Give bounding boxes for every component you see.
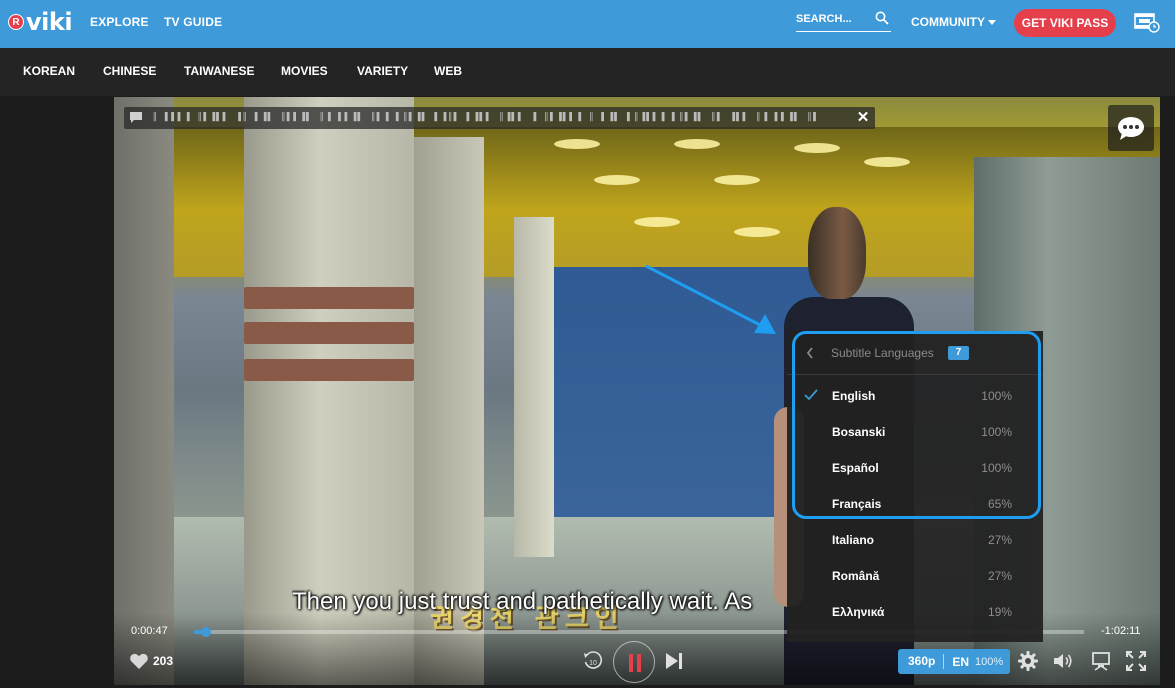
viki-logo[interactable]: R viki xyxy=(8,8,73,36)
search-placeholder: SEARCH... xyxy=(796,13,852,25)
gear-icon[interactable] xyxy=(1017,650,1039,672)
subtitle-completion: 100% xyxy=(975,655,1004,668)
pause-icon xyxy=(629,654,633,672)
language-percent: 27% xyxy=(987,533,1012,547)
scene-light xyxy=(714,175,760,185)
scene-pillar xyxy=(114,97,174,685)
time-elapsed: 0:00:47 xyxy=(131,625,168,637)
scene-light xyxy=(864,157,910,167)
top-navigation-bar: R viki EXPLORE TV GUIDE SEARCH... COMMUN… xyxy=(0,0,1175,48)
scene-pillar-band xyxy=(244,322,414,344)
scene-pillar xyxy=(514,217,554,557)
pause-icon xyxy=(637,654,641,672)
language-option[interactable]: Ελληνικά 19% xyxy=(787,594,1043,630)
close-icon[interactable]: ✕ xyxy=(855,110,871,126)
language-name: Italiano xyxy=(832,533,875,547)
subnav-taiwanese[interactable]: TAIWANESE xyxy=(184,64,254,78)
scene-light xyxy=(794,143,840,153)
language-name: Ελληνικά xyxy=(832,605,885,619)
subnav-movies[interactable]: MOVIES xyxy=(281,64,328,78)
search-input[interactable]: SEARCH... xyxy=(796,10,891,32)
language-option[interactable]: Italiano 27% xyxy=(787,522,1043,558)
notice-text: ║ ▌▌▌▐ ║▌▐▌▌ ▐║ ▌▐▌ ║▌▌▐▌ ║▐ ▌▌▐▌ ║▌▐ ▌║… xyxy=(152,112,820,122)
seek-handle[interactable] xyxy=(200,627,211,637)
comments-toggle-button[interactable] xyxy=(1108,105,1154,151)
nav-tv-guide[interactable]: TV GUIDE xyxy=(164,15,222,29)
like-button[interactable]: 203 xyxy=(129,652,173,670)
time-remaining: -1:02:11 xyxy=(1101,625,1141,637)
quality-label[interactable]: 360p xyxy=(898,654,945,669)
logo-badge: R xyxy=(8,14,24,30)
scene-light xyxy=(634,217,680,227)
like-count: 203 xyxy=(153,654,174,668)
community-label: COMMUNITY xyxy=(911,15,985,29)
scene-pillar-band xyxy=(244,359,414,381)
pause-button[interactable] xyxy=(613,641,655,683)
scene-light xyxy=(674,139,720,149)
language-option[interactable]: Română 27% xyxy=(787,558,1043,594)
quality-subtitle-selector[interactable]: 360p EN 100% xyxy=(898,649,1010,674)
notice-ticker: ║ ▌▌▌▐ ║▌▐▌▌ ▐║ ▌▐▌ ║▌▌▐▌ ║▐ ▌▌▐▌ ║▌▐ ▌║… xyxy=(124,107,875,129)
scene-pillar-band xyxy=(244,287,414,309)
next-icon[interactable] xyxy=(664,651,684,671)
logo-wordmark: viki xyxy=(26,8,73,36)
subnav-web[interactable]: WEB xyxy=(434,64,462,78)
subnav-korean[interactable]: KOREAN xyxy=(23,64,75,78)
volume-icon[interactable] xyxy=(1052,650,1074,672)
annotation-arrow-icon xyxy=(645,264,776,334)
chat-icon xyxy=(130,112,142,123)
nav-explore[interactable]: EXPLORE xyxy=(90,15,149,29)
scene-light xyxy=(554,139,600,149)
get-viki-pass-button[interactable]: GET VIKI PASS xyxy=(1014,9,1116,37)
search-icon[interactable] xyxy=(875,11,889,25)
film-schedule-icon[interactable] xyxy=(1134,11,1160,33)
subnav-variety[interactable]: VARIETY xyxy=(357,64,408,78)
heart-icon xyxy=(130,653,148,669)
genre-navigation-bar: KOREAN CHINESE TAIWANESE MOVIES VARIETY … xyxy=(0,48,1175,96)
rewind-seconds: 10 xyxy=(589,660,597,667)
scene-light xyxy=(594,175,640,185)
annotation-highlight-box xyxy=(792,331,1041,519)
chevron-down-icon xyxy=(988,20,996,26)
community-menu[interactable]: COMMUNITY xyxy=(911,15,996,29)
subtitle-language-label[interactable]: EN xyxy=(944,655,969,669)
rewind-10-icon[interactable]: 10 xyxy=(582,650,604,672)
language-percent: 19% xyxy=(987,605,1012,619)
language-name: Română xyxy=(832,569,880,583)
fullscreen-icon[interactable] xyxy=(1125,650,1147,672)
comment-icon xyxy=(1118,117,1144,140)
subnav-chinese[interactable]: CHINESE xyxy=(103,64,156,78)
cast-icon[interactable] xyxy=(1090,650,1112,672)
language-percent: 27% xyxy=(987,569,1012,583)
